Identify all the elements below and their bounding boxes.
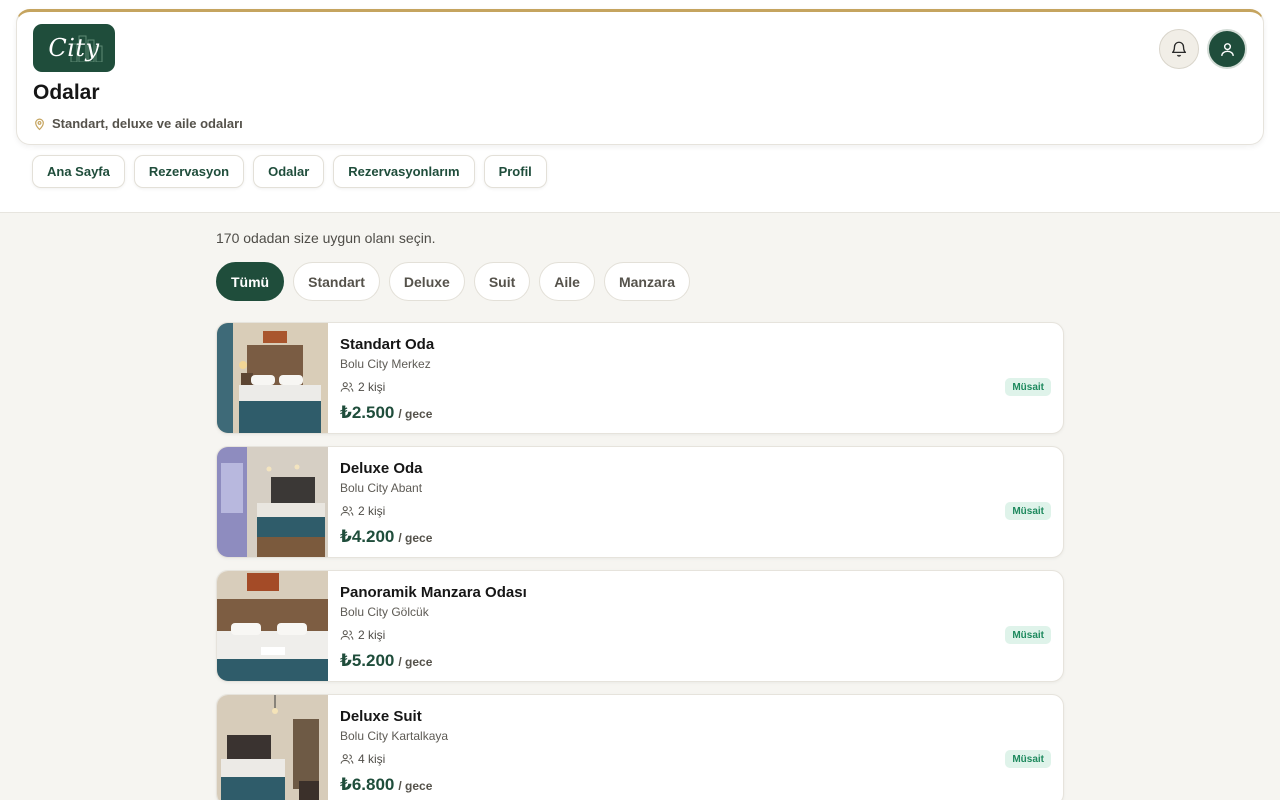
status-badge: Müsait [1005, 750, 1051, 768]
nav-item-rezervasyon[interactable]: Rezervasyon [133, 155, 245, 188]
filter-chip-suit[interactable]: Suit [473, 262, 531, 301]
nav-item-ana-sayfa[interactable]: Ana Sayfa [32, 155, 125, 188]
notifications-button[interactable] [1159, 29, 1199, 69]
room-capacity: 2 kişi [340, 628, 385, 642]
room-photo [217, 571, 328, 681]
room-photo [217, 323, 328, 433]
room-price: ₺2.500 / gece [340, 403, 432, 423]
status-badge: Müsait [1005, 378, 1051, 396]
room-capacity-text: 2 kişi [358, 380, 386, 394]
room-capacity: 4 kişi [340, 752, 385, 766]
room-capacity: 2 kişi [340, 380, 385, 394]
room-capacity: 2 kişi [340, 504, 385, 518]
price-unit: / gece [398, 655, 433, 669]
room-location: Bolu City Gölcük [340, 605, 429, 619]
room-price: ₺6.800 / gece [340, 775, 432, 795]
logo-text: City [48, 34, 100, 62]
price-unit: / gece [398, 779, 433, 793]
users-icon [340, 382, 354, 392]
room-card[interactable]: Standart Oda Bolu City Merkez 2 kişi ₺2.… [216, 322, 1064, 434]
header-card: City Odalar Standart, deluxe ve aile oda… [16, 9, 1264, 145]
room-capacity-text: 2 kişi [358, 628, 386, 642]
filter-chips: Tümü Standart Deluxe Suit Aile Manzara [216, 262, 690, 301]
filter-chip-deluxe[interactable]: Deluxe [388, 262, 465, 301]
filter-chip-tumu[interactable]: Tümü [216, 262, 285, 301]
bell-icon [1171, 41, 1187, 57]
price-value: ₺5.200 [340, 651, 395, 670]
room-price: ₺4.200 / gece [340, 527, 432, 547]
main-nav: Ana Sayfa Rezervasyon Odalar Rezervasyon… [32, 155, 547, 188]
room-capacity-text: 4 kişi [358, 752, 386, 766]
filter-chip-standart[interactable]: Standart [293, 262, 380, 301]
status-badge: Müsait [1005, 502, 1051, 520]
page-title: Odalar [33, 81, 100, 104]
room-price: ₺5.200 / gece [340, 651, 432, 671]
map-pin-icon [35, 118, 44, 130]
room-card[interactable]: Deluxe Oda Bolu City Abant 2 kişi ₺4.200… [216, 446, 1064, 558]
users-icon [340, 754, 354, 764]
room-photo [217, 447, 328, 557]
price-unit: / gece [398, 407, 433, 421]
price-value: ₺6.800 [340, 775, 395, 794]
page-subtitle: Standart, deluxe ve aile odaları [33, 116, 243, 131]
filter-chip-aile[interactable]: Aile [539, 262, 595, 301]
price-value: ₺2.500 [340, 403, 395, 422]
room-title: Standart Oda [340, 336, 435, 353]
room-card[interactable]: Deluxe Suit Bolu City Kartalkaya 4 kişi … [216, 694, 1064, 800]
room-title: Deluxe Suit [340, 708, 422, 725]
profile-button[interactable] [1207, 29, 1247, 69]
nav-item-rezervasyonlarim[interactable]: Rezervasyonlarım [333, 155, 475, 188]
room-capacity-text: 2 kişi [358, 504, 386, 518]
subtitle-text: Standart, deluxe ve aile odaları [52, 116, 243, 131]
users-icon [340, 506, 354, 516]
top-area: City Odalar Standart, deluxe ve aile oda… [0, 0, 1280, 213]
room-card[interactable]: Panoramik Manzara Odası Bolu City Gölcük… [216, 570, 1064, 682]
nav-item-profil[interactable]: Profil [483, 155, 547, 188]
users-icon [340, 630, 354, 640]
room-title: Panoramik Manzara Odası [340, 584, 527, 601]
room-location: Bolu City Abant [340, 481, 423, 495]
room-photo [217, 695, 328, 800]
status-badge: Müsait [1005, 626, 1051, 644]
room-count-text: 170 odadan size uygun olanı seçin. [216, 230, 436, 246]
filter-chip-manzara[interactable]: Manzara [603, 262, 690, 301]
logo[interactable]: City [33, 24, 115, 72]
room-location: Bolu City Merkez [340, 357, 431, 371]
user-icon [1220, 42, 1234, 56]
room-list: Standart Oda Bolu City Merkez 2 kişi ₺2.… [216, 322, 1064, 800]
price-unit: / gece [398, 531, 433, 545]
room-location: Bolu City Kartalkaya [340, 729, 449, 743]
room-title: Deluxe Oda [340, 460, 423, 477]
nav-item-odalar[interactable]: Odalar [253, 155, 325, 188]
price-value: ₺4.200 [340, 527, 395, 546]
